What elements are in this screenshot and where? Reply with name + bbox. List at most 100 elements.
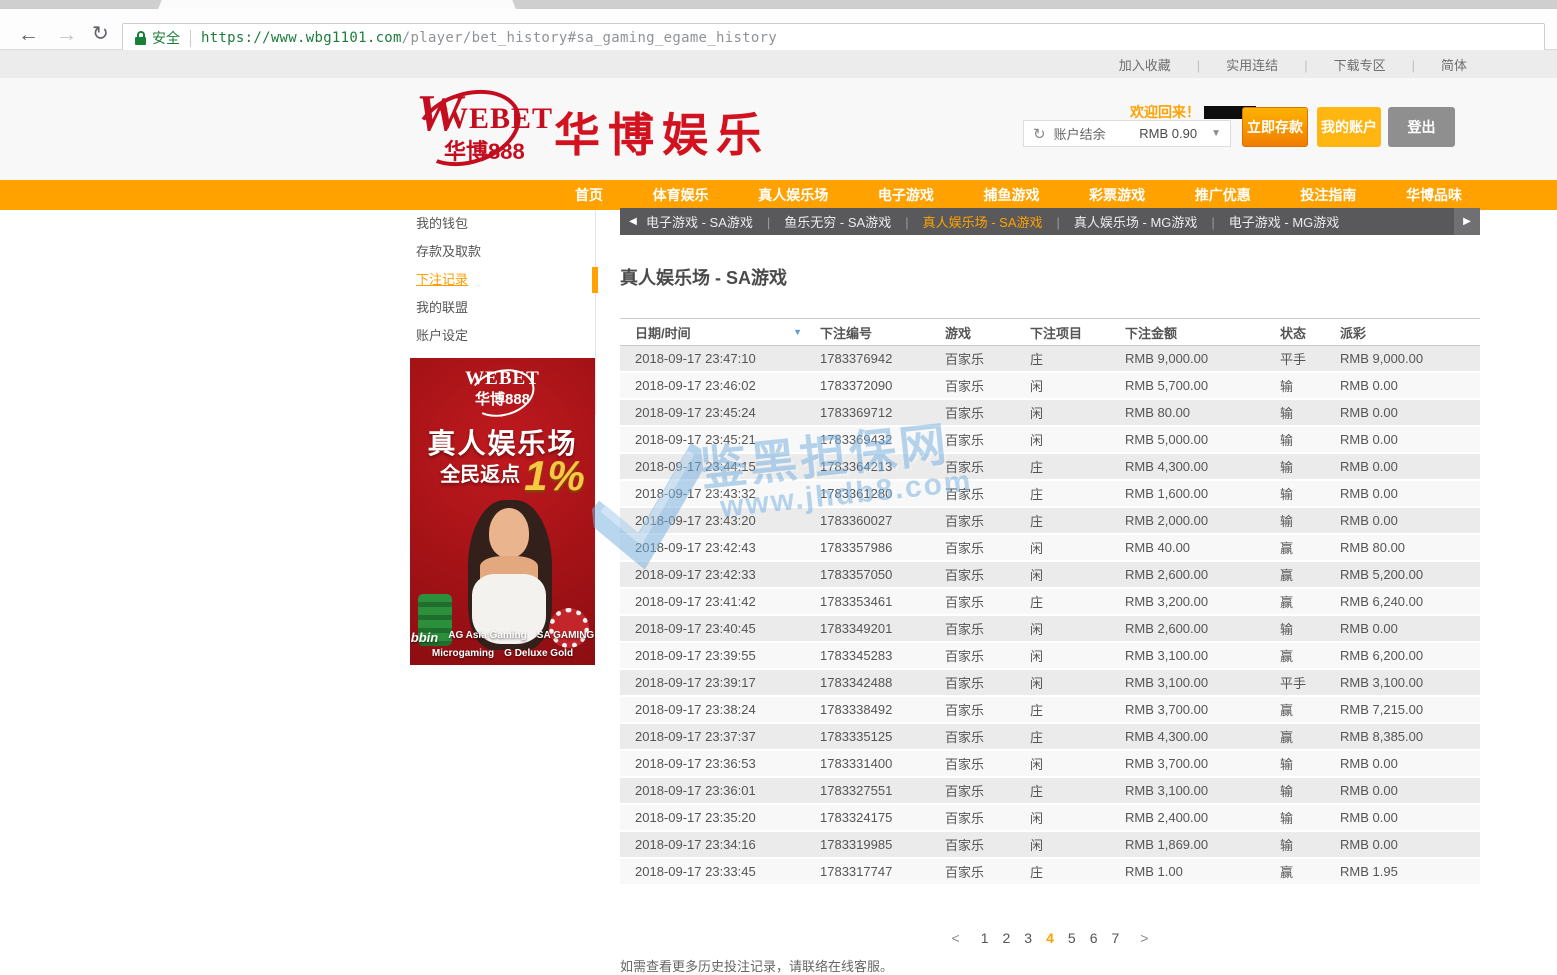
- nav-item[interactable]: 彩票游戏: [1089, 185, 1145, 205]
- nav-item[interactable]: 捕鱼游戏: [984, 185, 1040, 205]
- table-body: 2018-09-17 23:47:10 1783376942 百家乐 庄 RMB…: [620, 346, 1480, 886]
- balance-box[interactable]: ↻ 账户结余 RMB 0.90 ▼: [1023, 120, 1231, 147]
- page-number[interactable]: 2: [1003, 930, 1011, 946]
- sidebar-item[interactable]: 下注记录: [400, 266, 598, 294]
- page-number[interactable]: 3: [1024, 930, 1032, 946]
- table-row: 2018-09-17 23:45:24 1783369712 百家乐 闲 RMB…: [620, 400, 1480, 427]
- balance-value: RMB 0.90: [1139, 126, 1198, 141]
- utility-link[interactable]: 实用连结: [1171, 55, 1278, 74]
- cell-game: 百家乐: [945, 541, 985, 556]
- cell-status: 赢: [1280, 703, 1294, 718]
- cell-payout: RMB 0.00: [1340, 432, 1398, 447]
- game-tab[interactable]: 电子游戏 - MG游戏: [1197, 212, 1340, 231]
- utility-link[interactable]: 下载专区: [1278, 55, 1386, 74]
- browser-active-tab[interactable]: [168, 0, 506, 9]
- nav-item[interactable]: 真人娱乐场: [758, 185, 828, 205]
- page-number[interactable]: 1: [981, 930, 989, 946]
- reload-icon[interactable]: ↻: [92, 24, 109, 45]
- game-tab[interactable]: 鱼乐无穷 - SA游戏: [753, 212, 891, 231]
- page-number[interactable]: 7: [1111, 930, 1119, 946]
- cell-status: 平手: [1280, 676, 1307, 691]
- prev-page-icon[interactable]: <: [952, 930, 960, 946]
- site-logo[interactable]: W WEBET 华博888 华博娱乐: [405, 77, 770, 179]
- game-tab[interactable]: 真人娱乐场 - SA游戏: [891, 212, 1043, 231]
- header-status[interactable]: 状态: [1280, 323, 1340, 342]
- cell-bet-item: 庄: [1030, 730, 1044, 745]
- deposit-button[interactable]: 立即存款: [1242, 107, 1308, 147]
- cell-bet-item: 闲: [1030, 811, 1044, 826]
- header-bet-amount[interactable]: 下注金额: [1125, 323, 1280, 342]
- cell-date: 2018-09-17 23:39:17: [635, 675, 756, 690]
- table-row: 2018-09-17 23:44:15 1783364213 百家乐 庄 RMB…: [620, 454, 1480, 481]
- cell-payout: RMB 9,000.00: [1340, 351, 1424, 366]
- tabs-scroll-left-icon[interactable]: ◀: [620, 208, 646, 235]
- chevron-down-icon[interactable]: ▼: [1211, 128, 1221, 139]
- cell-payout: RMB 8,385.00: [1340, 729, 1424, 744]
- cell-date: 2018-09-17 23:42:43: [635, 540, 756, 555]
- header-game[interactable]: 游戏: [945, 323, 1030, 342]
- nav-item[interactable]: 体育娱乐: [653, 185, 709, 205]
- footer-note: 如需查看更多历史投注记录，请联络在线客服。: [620, 959, 894, 974]
- game-tab[interactable]: 电子游戏 - SA游戏: [646, 212, 753, 231]
- cell-date: 2018-09-17 23:38:24: [635, 702, 756, 717]
- cell-bet-id: 1783357050: [820, 567, 893, 582]
- sort-desc-icon[interactable]: ▼: [793, 327, 802, 337]
- nav-item[interactable]: 推广优惠: [1195, 185, 1251, 205]
- nav-item[interactable]: 投注指南: [1300, 185, 1356, 205]
- address-bar[interactable]: 安全 https://www.wbg1101.com/player/bet_hi…: [122, 23, 1545, 53]
- cell-status: 赢: [1280, 568, 1294, 583]
- table-row: 2018-09-17 23:34:16 1783319985 百家乐 闲 RMB…: [620, 832, 1480, 859]
- cell-bet-id: 1783324175: [820, 810, 893, 825]
- cell-bet-item: 庄: [1030, 460, 1044, 475]
- table-row: 2018-09-17 23:35:20 1783324175 百家乐 闲 RMB…: [620, 805, 1480, 832]
- utility-link[interactable]: 加入收藏: [1119, 55, 1171, 74]
- cell-bet-amount: RMB 2,400.00: [1125, 810, 1209, 825]
- cell-bet-amount: RMB 2,600.00: [1125, 567, 1209, 582]
- cell-date: 2018-09-17 23:44:15: [635, 459, 756, 474]
- cell-bet-item: 闲: [1030, 622, 1044, 637]
- cell-status: 输: [1280, 487, 1294, 502]
- cell-date: 2018-09-17 23:41:42: [635, 594, 756, 609]
- sidebar-item[interactable]: 我的钱包: [400, 210, 595, 238]
- page-number[interactable]: 5: [1068, 930, 1076, 946]
- cell-status: 输: [1280, 622, 1294, 637]
- promo-banner[interactable]: WEBET 华博888 真人娱乐场 全民返点 1% bbin AG Asia G…: [410, 358, 595, 665]
- table-row: 2018-09-17 23:40:45 1783349201 百家乐 闲 RMB…: [620, 616, 1480, 643]
- page-number[interactable]: 4: [1046, 930, 1054, 946]
- banner-logo: WEBET 华博888: [410, 362, 595, 424]
- game-tab[interactable]: 真人娱乐场 - MG游戏: [1043, 212, 1198, 231]
- header-bet-id[interactable]: 下注编号: [820, 323, 945, 342]
- cell-payout: RMB 6,240.00: [1340, 594, 1424, 609]
- table-row: 2018-09-17 23:39:17 1783342488 百家乐 闲 RMB…: [620, 670, 1480, 697]
- refresh-balance-icon[interactable]: ↻: [1033, 125, 1046, 143]
- tabs-scroll-right-icon[interactable]: ▶: [1454, 208, 1480, 235]
- nav-item[interactable]: 首页: [575, 185, 603, 205]
- cell-game: 百家乐: [945, 352, 985, 367]
- cell-status: 赢: [1280, 865, 1294, 880]
- cell-game: 百家乐: [945, 514, 985, 529]
- page-number[interactable]: 6: [1090, 930, 1098, 946]
- sidebar-item[interactable]: 账户设定: [400, 322, 595, 350]
- cell-payout: RMB 0.00: [1340, 621, 1398, 636]
- utility-bar: 加入收藏实用连结下载专区简体: [0, 50, 1557, 78]
- utility-link[interactable]: 简体: [1386, 55, 1467, 74]
- my-account-button[interactable]: 我的账户: [1317, 107, 1381, 147]
- forward-icon[interactable]: →: [56, 24, 77, 45]
- banner-rebate-percent: 1%: [524, 452, 585, 499]
- header-date[interactable]: 日期/时间 ▼: [620, 323, 820, 342]
- nav-item[interactable]: 电子游戏: [878, 185, 934, 205]
- header-payout[interactable]: 派彩: [1340, 323, 1480, 342]
- logout-button[interactable]: 登出: [1388, 107, 1455, 147]
- sidebar-item[interactable]: 存款及取款: [400, 238, 595, 266]
- sidebar-item[interactable]: 我的联盟: [400, 294, 595, 322]
- next-page-icon[interactable]: >: [1140, 930, 1148, 946]
- sidebar-item-label: 存款及取款: [416, 244, 482, 259]
- cell-game: 百家乐: [945, 406, 985, 421]
- provider-sa-logo: SA GAMING: [536, 630, 595, 641]
- table-row: 2018-09-17 23:42:33 1783357050 百家乐 闲 RMB…: [620, 562, 1480, 589]
- back-icon[interactable]: ←: [18, 24, 39, 45]
- nav-item[interactable]: 华博品味: [1406, 185, 1462, 205]
- cell-game: 百家乐: [945, 433, 985, 448]
- table-row: 2018-09-17 23:33:45 1783317747 百家乐 庄 RMB…: [620, 859, 1480, 886]
- header-bet-item[interactable]: 下注项目: [1030, 323, 1125, 342]
